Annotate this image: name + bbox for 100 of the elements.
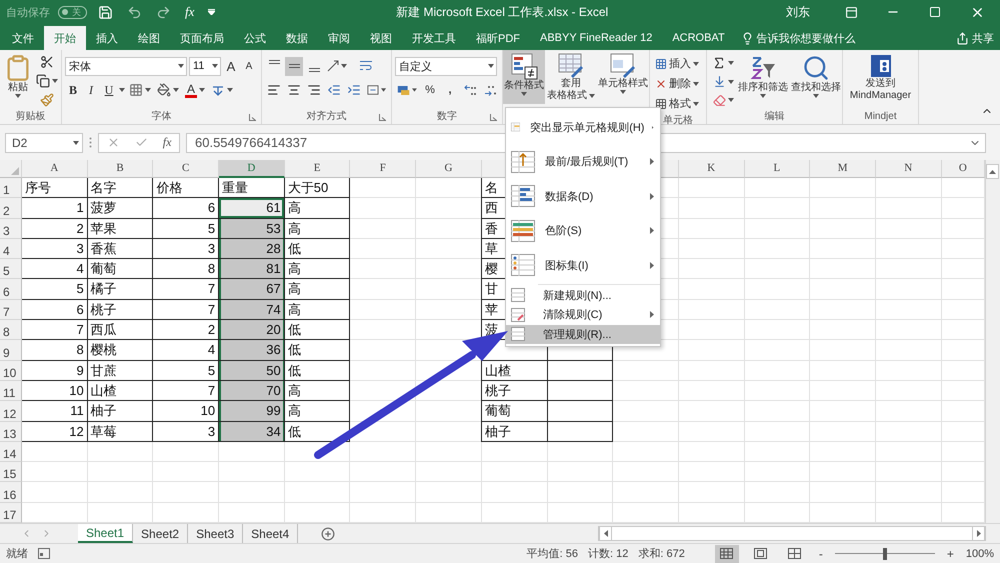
- send-to-mindmanager-button[interactable]: 发送到 MindManager: [848, 52, 912, 106]
- format-cells-button[interactable]: 格式: [653, 94, 703, 113]
- row-header[interactable]: 1: [0, 178, 22, 198]
- comma-style-button[interactable]: ,: [441, 80, 459, 100]
- view-button[interactable]: [714, 544, 739, 562]
- grid-cell: [678, 482, 745, 503]
- launcher-icon[interactable]: [379, 114, 386, 121]
- ribbon-tab[interactable]: 文件: [2, 26, 44, 50]
- column-header[interactable]: O: [942, 160, 985, 178]
- ribbon-tab[interactable]: 视图: [360, 26, 402, 50]
- tell-me-search[interactable]: 告诉我你想要做什么: [734, 26, 862, 50]
- menu-item[interactable]: 突出显示单元格规则(H): [506, 110, 660, 144]
- ribbon-tab[interactable]: 开发工具: [402, 26, 466, 50]
- zoom-in-button[interactable]: +: [944, 546, 956, 560]
- align-right-icon: [307, 83, 321, 97]
- row-header[interactable]: 11: [0, 380, 22, 402]
- conditional-formatting-button[interactable]: 条件格式: [503, 50, 545, 104]
- ribbon-tab[interactable]: 数据: [276, 26, 318, 50]
- insert-cells-button[interactable]: 插入: [653, 54, 703, 73]
- row-header[interactable]: 12: [0, 401, 22, 422]
- vertical-align-button[interactable]: [285, 56, 303, 76]
- scroll-right-button[interactable]: [972, 526, 985, 541]
- delete-cells-button[interactable]: 删除: [653, 74, 703, 93]
- ribbon-tab[interactable]: 审阅: [318, 26, 360, 50]
- column-header[interactable]: C: [153, 160, 220, 178]
- row-header[interactable]: 2: [0, 198, 22, 219]
- grid-cell: [942, 218, 985, 239]
- name-box[interactable]: D2: [5, 132, 83, 152]
- column-header[interactable]: L: [744, 160, 810, 178]
- ribbon-tab[interactable]: 开始: [44, 26, 86, 50]
- row-header[interactable]: 9: [0, 340, 22, 361]
- menu-item[interactable]: 管理规则(R)...: [506, 324, 660, 344]
- column-header[interactable]: M: [810, 160, 876, 178]
- menu-item[interactable]: 最前/最后规则(T): [506, 144, 660, 179]
- insert-function-button[interactable]: fx: [162, 135, 172, 150]
- ribbon-tab[interactable]: 绘图: [128, 26, 170, 50]
- ribbon-tab[interactable]: 页面布局: [170, 26, 234, 50]
- zoom-thumb[interactable]: [882, 548, 887, 560]
- grid-cell: [744, 340, 810, 361]
- row-header[interactable]: 10: [0, 360, 22, 381]
- zoom-out-button[interactable]: -: [816, 546, 825, 560]
- row-header[interactable]: 6: [0, 279, 22, 300]
- format-as-table-button[interactable]: 套用 表格格式: [546, 50, 596, 104]
- column-header[interactable]: F: [350, 160, 416, 178]
- ribbon-tab[interactable]: 福昕PDF: [466, 26, 530, 50]
- grid-cell: [219, 462, 285, 482]
- launcher-icon[interactable]: [249, 114, 256, 121]
- row-header[interactable]: 17: [0, 502, 22, 523]
- row-header[interactable]: 16: [0, 482, 22, 503]
- row-header[interactable]: 5: [0, 259, 22, 280]
- grid-cell: [350, 482, 416, 503]
- scroll-left-button[interactable]: [599, 526, 612, 541]
- column-header[interactable]: K: [678, 160, 745, 178]
- function-button[interactable]: fx: [182, 2, 198, 22]
- row-header[interactable]: 7: [0, 300, 22, 320]
- grid-icon: [129, 83, 143, 97]
- italic-button[interactable]: I: [83, 80, 99, 100]
- font-name-field[interactable]: 宋体: [65, 56, 187, 76]
- grow-font-button[interactable]: A: [223, 56, 239, 76]
- grid-cell: [678, 259, 745, 280]
- sheet-tab[interactable]: Sheet1: [78, 524, 134, 543]
- font-size-field[interactable]: 11: [189, 56, 221, 76]
- grip-icon: [89, 137, 92, 148]
- column-header[interactable]: D: [219, 160, 285, 178]
- font-color-button[interactable]: A: [183, 80, 208, 100]
- ribbon-tab[interactable]: 插入: [86, 26, 128, 50]
- grid-cell: [744, 178, 810, 198]
- underline-button[interactable]: U: [101, 80, 117, 100]
- column-header[interactable]: B: [88, 160, 154, 178]
- shrink-font-button[interactable]: A: [241, 56, 257, 76]
- grid-cell: [678, 198, 745, 219]
- row-header[interactable]: 15: [0, 462, 22, 482]
- row-header[interactable]: 3: [0, 218, 22, 239]
- number-format-field[interactable]: 自定义: [395, 56, 497, 76]
- column-header[interactable]: E: [284, 160, 350, 178]
- grid-cell: [613, 442, 679, 462]
- cell-styles-button[interactable]: 单元格样式: [597, 50, 649, 104]
- fill-color-button[interactable]: [155, 80, 181, 100]
- copy-button[interactable]: [34, 72, 60, 90]
- row-header[interactable]: 13: [0, 422, 22, 442]
- scroll-up-button[interactable]: [986, 164, 999, 179]
- find-select-button[interactable]: 查找和选择: [790, 52, 842, 106]
- column-header[interactable]: G: [416, 160, 482, 178]
- ribbon-tab[interactable]: 公式: [234, 26, 276, 50]
- launcher-icon[interactable]: [490, 114, 497, 121]
- sort-filter-button[interactable]: 排序和筛选: [737, 52, 789, 106]
- paste-button[interactable]: 粘贴: [3, 52, 33, 106]
- row-header[interactable]: 8: [0, 320, 22, 340]
- row-header[interactable]: 4: [0, 238, 22, 260]
- ribbon-tab[interactable]: ACROBAT: [662, 26, 735, 50]
- share-button[interactable]: 共享: [950, 26, 1000, 50]
- row-header[interactable]: 14: [0, 442, 22, 462]
- column-header[interactable]: N: [876, 160, 942, 178]
- ribbon-tab[interactable]: ABBYY FineReader 12: [530, 26, 662, 50]
- bold-button[interactable]: B: [65, 80, 81, 100]
- macro-record-icon[interactable]: [38, 548, 50, 559]
- grid-cell: [942, 259, 985, 280]
- column-header[interactable]: A: [22, 160, 88, 178]
- percent-button[interactable]: %: [421, 80, 439, 100]
- conditional-format-icon: [510, 52, 538, 80]
